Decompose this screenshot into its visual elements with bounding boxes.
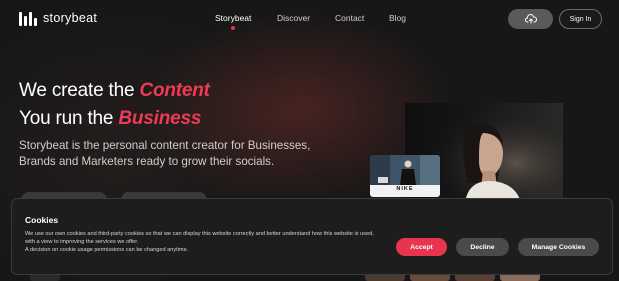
upload-button[interactable] bbox=[508, 9, 553, 29]
cookie-banner: Cookies We use our own cookies and third… bbox=[11, 198, 613, 275]
accept-cookies-button[interactable]: Accept bbox=[396, 238, 447, 256]
nav-item-discover[interactable]: Discover bbox=[277, 13, 310, 23]
hero-headline-1: We create the Content bbox=[19, 80, 210, 102]
active-nav-indicator bbox=[231, 26, 235, 30]
cookie-text-main: We use our own cookies and third-party c… bbox=[25, 231, 374, 245]
sign-in-button[interactable]: Sign In bbox=[559, 9, 602, 29]
headline-1-text: We create the bbox=[19, 80, 140, 101]
logo-bars-icon bbox=[19, 10, 37, 26]
cookie-title: Cookies bbox=[25, 215, 59, 225]
nav-item-contact[interactable]: Contact bbox=[335, 13, 364, 23]
headline-2-text: You run the bbox=[19, 108, 119, 129]
nike-card-label: NIKE bbox=[396, 186, 414, 192]
logo[interactable]: storybeat bbox=[19, 10, 97, 26]
nike-content-card: NIKE bbox=[370, 155, 440, 197]
hero-subtitle: Storybeat is the personal content creato… bbox=[19, 139, 311, 168]
cookie-description: We use our own cookies and third-party c… bbox=[25, 231, 375, 254]
decline-cookies-button[interactable]: Decline bbox=[456, 238, 509, 256]
hero-headline-2: You run the Business bbox=[19, 108, 201, 130]
headline-2-highlight: Business bbox=[118, 108, 202, 129]
logo-text: storybeat bbox=[43, 11, 98, 25]
manage-cookies-button[interactable]: Manage Cookies bbox=[518, 238, 599, 256]
cloud-upload-icon bbox=[524, 14, 537, 24]
cookie-text-note: A decision on cookie usage permissions c… bbox=[25, 246, 189, 253]
nav-item-storybeat[interactable]: Storybeat bbox=[215, 13, 251, 23]
headline-1-highlight: Content bbox=[139, 80, 210, 101]
nav-item-blog[interactable]: Blog bbox=[389, 13, 406, 23]
site-header: storybeat Storybeat Discover Contact Blo… bbox=[0, 0, 619, 36]
